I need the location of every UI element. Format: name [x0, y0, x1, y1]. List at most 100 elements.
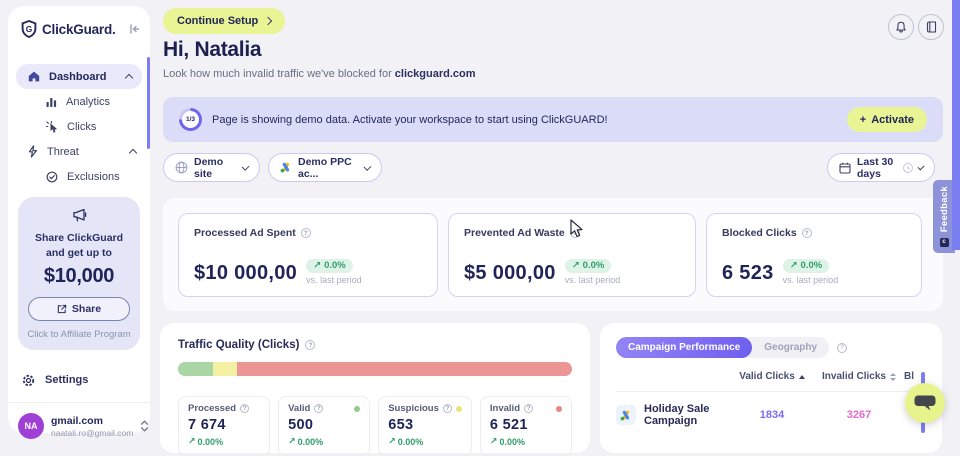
- sidebar-item-clicks[interactable]: Clicks: [8, 114, 150, 139]
- stat-change-block: ↗0.0% vs. last period: [306, 255, 362, 285]
- stat-label: Prevented Ad Waste: [464, 227, 565, 239]
- bar-segment-valid: [178, 362, 213, 376]
- change-value: 0.0%: [583, 260, 605, 271]
- stat-change-block: ↗0.0% vs. last period: [783, 255, 839, 285]
- sidebar-scrollbar[interactable]: [147, 57, 150, 149]
- metric-change-value: 0.00%: [398, 437, 424, 447]
- collapse-sidebar-icon[interactable]: [128, 23, 140, 35]
- column-label: Valid Clicks: [739, 371, 795, 382]
- ppc-account-filter-dropdown[interactable]: Demo PPC ac...: [268, 153, 382, 182]
- suspicious-status-dot: [456, 406, 462, 412]
- stat-change-block: ↗0.0% vs. last period: [565, 255, 621, 285]
- sidebar: G ClickGuard. Dashboard Analytics Clicks: [8, 6, 150, 433]
- docs-button[interactable]: [918, 14, 944, 40]
- page-scrollbar[interactable]: [952, 0, 960, 250]
- sidebar-item-exclusions[interactable]: Exclusions: [8, 164, 150, 189]
- compare-caption: vs. last period: [306, 275, 362, 285]
- trend-up-icon: ↗: [388, 436, 396, 447]
- metric-card-processed: Processed? 7 674 ↗0.00%: [178, 396, 270, 456]
- metric-change-value: 0.00%: [198, 437, 224, 447]
- logo: G ClickGuard.: [8, 6, 150, 38]
- sidebar-item-dashboard[interactable]: Dashboard: [16, 64, 142, 89]
- settings-label: Settings: [45, 374, 88, 386]
- metric-label: Invalid: [490, 403, 520, 414]
- account-switcher-icon[interactable]: [140, 420, 151, 432]
- subtitle-text: Look how much invalid traffic we've bloc…: [163, 68, 392, 80]
- info-icon[interactable]: ?: [443, 404, 452, 413]
- date-range-dropdown[interactable]: Last 30 days: [827, 153, 935, 182]
- sort-asc-icon: [799, 375, 805, 379]
- trend-up-icon: ↗: [490, 436, 498, 447]
- info-icon[interactable]: ?: [802, 228, 812, 238]
- info-icon[interactable]: ?: [240, 404, 249, 413]
- metric-change: ↗0.00%: [388, 436, 462, 447]
- sidebar-item-label: Analytics: [66, 96, 110, 108]
- metric-label: Suspicious: [388, 403, 439, 414]
- info-icon[interactable]: ?: [305, 340, 315, 350]
- chevron-down-icon: [241, 163, 249, 171]
- promo-amount: $10,000: [24, 265, 134, 288]
- sort-icon: [890, 373, 896, 381]
- chevron-down-icon: [917, 163, 924, 170]
- setup-progress-ring: 1/3: [179, 108, 202, 131]
- sidebar-item-label: Clicks: [67, 121, 96, 133]
- valid-clicks-value[interactable]: 1834: [730, 409, 814, 421]
- continue-setup-button[interactable]: Continue Setup: [163, 8, 285, 34]
- calendar-icon: [839, 162, 851, 174]
- stat-card-prevented-ad-waste: Prevented Ad Waste ? $5 000,00 ↗0.0% vs.…: [448, 213, 696, 297]
- share-button[interactable]: Share: [28, 297, 130, 321]
- info-icon[interactable]: ?: [314, 404, 323, 413]
- svg-text:G: G: [26, 24, 33, 34]
- sidebar-item-label: Exclusions: [67, 171, 120, 183]
- continue-setup-label: Continue Setup: [177, 15, 258, 27]
- traffic-quality-title-row: Traffic Quality (Clicks) ?: [178, 339, 572, 351]
- stat-label: Blocked Clicks: [722, 227, 797, 239]
- campaign-name: Holiday Sale Campaign: [644, 403, 730, 427]
- chat-widget-button[interactable]: [905, 383, 945, 423]
- sidebar-nav: Dashboard Analytics Clicks Threat: [8, 64, 150, 189]
- sidebar-item-threat[interactable]: Threat: [8, 139, 150, 164]
- info-icon[interactable]: ?: [570, 228, 580, 238]
- column-valid-clicks[interactable]: Valid Clicks: [730, 371, 814, 382]
- tab-geography[interactable]: Geography: [752, 337, 829, 358]
- table-row[interactable]: Holiday Sale Campaign 1834 3267: [616, 403, 926, 427]
- metric-value: 500: [288, 417, 360, 433]
- change-value: 0.0%: [324, 260, 346, 271]
- activate-button[interactable]: + Activate: [847, 107, 927, 132]
- notifications-button[interactable]: [888, 14, 914, 40]
- info-icon[interactable]: ?: [524, 404, 533, 413]
- campaign-tabs: Campaign Performance Geography: [616, 337, 829, 358]
- site-filter-dropdown[interactable]: Demo site: [163, 153, 260, 182]
- ppc-filter-value: Demo PPC ac...: [298, 156, 359, 180]
- invalid-clicks-value[interactable]: 3267: [814, 409, 904, 421]
- promo-text: Share ClickGuard and get up to: [24, 231, 134, 260]
- affiliate-promo-card[interactable]: Share ClickGuard and get up to $10,000 S…: [18, 197, 140, 350]
- metric-card-invalid: Invalid? 6 521 ↗0.00%: [480, 396, 572, 456]
- metric-change: ↗0.00%: [188, 436, 260, 447]
- share-button-label: Share: [72, 303, 101, 315]
- sidebar-item-label: Threat: [47, 146, 79, 158]
- stat-label-row: Processed Ad Spent ?: [194, 227, 422, 239]
- stat-label-row: Blocked Clicks ?: [722, 227, 906, 239]
- date-range-value: Last 30 days: [857, 156, 897, 180]
- chevron-right-icon: [264, 17, 272, 25]
- info-icon[interactable]: ?: [301, 228, 311, 238]
- sidebar-item-settings[interactable]: Settings: [8, 371, 150, 389]
- column-invalid-clicks[interactable]: Invalid Clicks: [814, 371, 904, 382]
- info-icon[interactable]: ?: [837, 343, 847, 353]
- stat-value-row: $10 000,00 ↗0.0% vs. last period: [194, 255, 422, 285]
- user-account[interactable]: NA gmail.com naatali.ro@gmail.com: [8, 403, 150, 439]
- column-label: Invalid Clicks: [822, 371, 886, 382]
- gear-icon: [22, 374, 35, 387]
- stat-label-row: Prevented Ad Waste ?: [464, 227, 680, 239]
- metric-head: Valid?: [288, 403, 360, 414]
- chevron-up-icon: [125, 74, 133, 82]
- google-ads-icon: [280, 162, 292, 173]
- tab-campaign-performance[interactable]: Campaign Performance: [616, 337, 752, 358]
- metric-value: 653: [388, 417, 462, 433]
- change-badge: ↗0.0%: [565, 259, 612, 273]
- bar-segment-invalid: [237, 362, 572, 376]
- bar-segment-suspicious: [213, 362, 237, 376]
- sidebar-item-analytics[interactable]: Analytics: [8, 89, 150, 114]
- trend-up-icon: ↗: [790, 260, 798, 271]
